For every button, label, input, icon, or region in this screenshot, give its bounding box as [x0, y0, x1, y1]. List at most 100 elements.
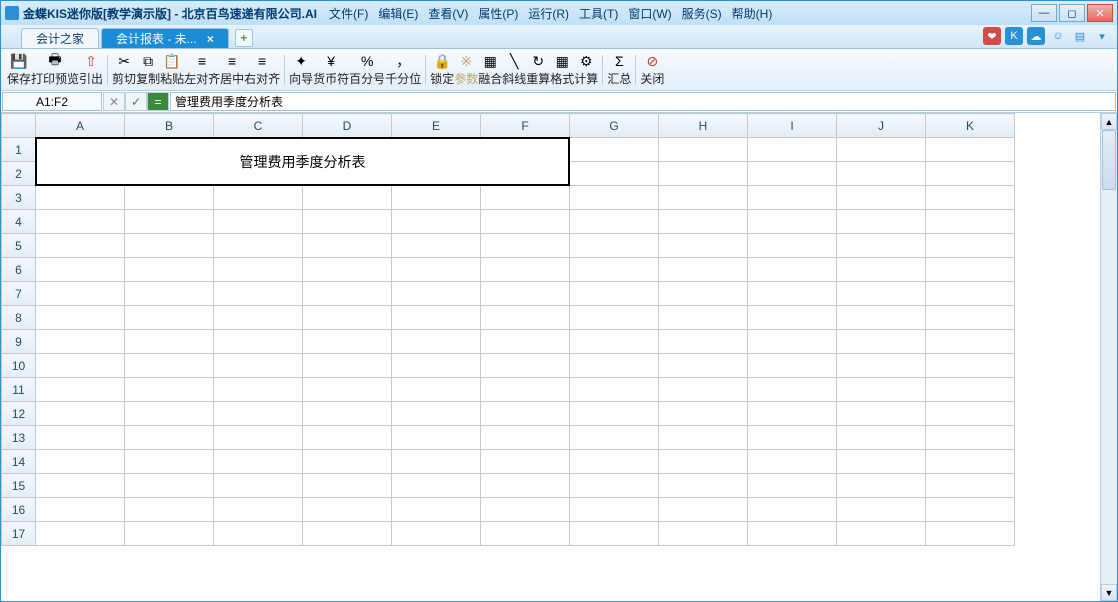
cell-J11[interactable]	[837, 378, 926, 402]
align-right-button[interactable]: ≡右对齐	[244, 50, 280, 90]
minimize-button[interactable]: —	[1031, 4, 1057, 22]
cell-G9[interactable]	[570, 330, 659, 354]
cell-J15[interactable]	[837, 474, 926, 498]
row-header-16[interactable]: 16	[2, 498, 36, 522]
tab-home[interactable]: 会计之家	[21, 28, 99, 48]
cell-H12[interactable]	[659, 402, 748, 426]
cell-D14[interactable]	[303, 450, 392, 474]
cell-H17[interactable]	[659, 522, 748, 546]
tab-report[interactable]: 会计报表 - 未... ×	[101, 28, 229, 48]
cell-E3[interactable]	[392, 186, 481, 210]
cell-K9[interactable]	[926, 330, 1015, 354]
cell-H13[interactable]	[659, 426, 748, 450]
cell-F7[interactable]	[481, 282, 570, 306]
cell-C6[interactable]	[214, 258, 303, 282]
cell-H8[interactable]	[659, 306, 748, 330]
cell-K6[interactable]	[926, 258, 1015, 282]
menu-window[interactable]: 窗口(W)	[626, 5, 673, 22]
cell-F9[interactable]	[481, 330, 570, 354]
cell-H9[interactable]	[659, 330, 748, 354]
cell-I4[interactable]	[748, 210, 837, 234]
cell-B11[interactable]	[125, 378, 214, 402]
cell-A8[interactable]	[36, 306, 125, 330]
cell-E9[interactable]	[392, 330, 481, 354]
cell-D15[interactable]	[303, 474, 392, 498]
cell-E17[interactable]	[392, 522, 481, 546]
cell-H2[interactable]	[659, 162, 748, 186]
row-header-10[interactable]: 10	[2, 354, 36, 378]
tab-add-button[interactable]: +	[235, 29, 253, 47]
cell-E6[interactable]	[392, 258, 481, 282]
cell-H15[interactable]	[659, 474, 748, 498]
service-icon-3[interactable]: ☁	[1027, 27, 1045, 45]
cell-K11[interactable]	[926, 378, 1015, 402]
cell-K1[interactable]	[926, 138, 1015, 162]
cell-G13[interactable]	[570, 426, 659, 450]
cell-I10[interactable]	[748, 354, 837, 378]
cell-D13[interactable]	[303, 426, 392, 450]
cell-E5[interactable]	[392, 234, 481, 258]
row-header-8[interactable]: 8	[2, 306, 36, 330]
diagonal-button[interactable]: ╲斜线	[502, 50, 526, 90]
cell-A13[interactable]	[36, 426, 125, 450]
cancel-edit-button[interactable]: ✕	[103, 92, 125, 111]
cell-G14[interactable]	[570, 450, 659, 474]
scroll-up-button[interactable]: ▲	[1101, 113, 1117, 130]
cell-G6[interactable]	[570, 258, 659, 282]
select-all-corner[interactable]	[2, 114, 36, 138]
cell-D5[interactable]	[303, 234, 392, 258]
col-header-K[interactable]: K	[926, 114, 1015, 138]
cell-C11[interactable]	[214, 378, 303, 402]
cell-D9[interactable]	[303, 330, 392, 354]
cell-A1-F2[interactable]: 管理费用季度分析表	[36, 138, 570, 186]
formula-input[interactable]: 管理费用季度分析表	[170, 92, 1116, 111]
cell-K7[interactable]	[926, 282, 1015, 306]
cell-B4[interactable]	[125, 210, 214, 234]
cell-A10[interactable]	[36, 354, 125, 378]
col-header-J[interactable]: J	[837, 114, 926, 138]
col-header-B[interactable]: B	[125, 114, 214, 138]
cell-I5[interactable]	[748, 234, 837, 258]
save-button[interactable]: 💾保存	[7, 50, 31, 90]
cell-A14[interactable]	[36, 450, 125, 474]
cell-B15[interactable]	[125, 474, 214, 498]
cell-G11[interactable]	[570, 378, 659, 402]
cell-E10[interactable]	[392, 354, 481, 378]
cell-J6[interactable]	[837, 258, 926, 282]
cell-D16[interactable]	[303, 498, 392, 522]
row-header-4[interactable]: 4	[2, 210, 36, 234]
cell-A9[interactable]	[36, 330, 125, 354]
spreadsheet-grid[interactable]: ABCDEFGHIJK1管理费用季度分析表2345678910111213141…	[1, 113, 1015, 546]
menu-file[interactable]: 文件(F)	[327, 5, 370, 22]
summary-button[interactable]: Σ汇总	[607, 50, 631, 90]
cell-B3[interactable]	[125, 186, 214, 210]
cell-E8[interactable]	[392, 306, 481, 330]
cell-G15[interactable]	[570, 474, 659, 498]
tab-close-icon[interactable]: ×	[207, 32, 214, 46]
cell-F3[interactable]	[481, 186, 570, 210]
dropdown-icon[interactable]: ▾	[1093, 27, 1111, 45]
cell-G8[interactable]	[570, 306, 659, 330]
cell-D7[interactable]	[303, 282, 392, 306]
row-header-3[interactable]: 3	[2, 186, 36, 210]
cell-B17[interactable]	[125, 522, 214, 546]
cell-H11[interactable]	[659, 378, 748, 402]
cell-J13[interactable]	[837, 426, 926, 450]
cell-C14[interactable]	[214, 450, 303, 474]
cell-A4[interactable]	[36, 210, 125, 234]
close-report-button[interactable]: ⊘关闭	[640, 50, 664, 90]
row-header-12[interactable]: 12	[2, 402, 36, 426]
cell-H1[interactable]	[659, 138, 748, 162]
recalc-button[interactable]: ↻重算	[526, 50, 550, 90]
cell-K15[interactable]	[926, 474, 1015, 498]
cell-C13[interactable]	[214, 426, 303, 450]
service-icon-1[interactable]: ❤	[983, 27, 1001, 45]
cell-I8[interactable]	[748, 306, 837, 330]
menu-view[interactable]: 查看(V)	[426, 5, 470, 22]
cell-I9[interactable]	[748, 330, 837, 354]
cell-F4[interactable]	[481, 210, 570, 234]
cell-C17[interactable]	[214, 522, 303, 546]
cell-F11[interactable]	[481, 378, 570, 402]
cell-J17[interactable]	[837, 522, 926, 546]
col-header-I[interactable]: I	[748, 114, 837, 138]
